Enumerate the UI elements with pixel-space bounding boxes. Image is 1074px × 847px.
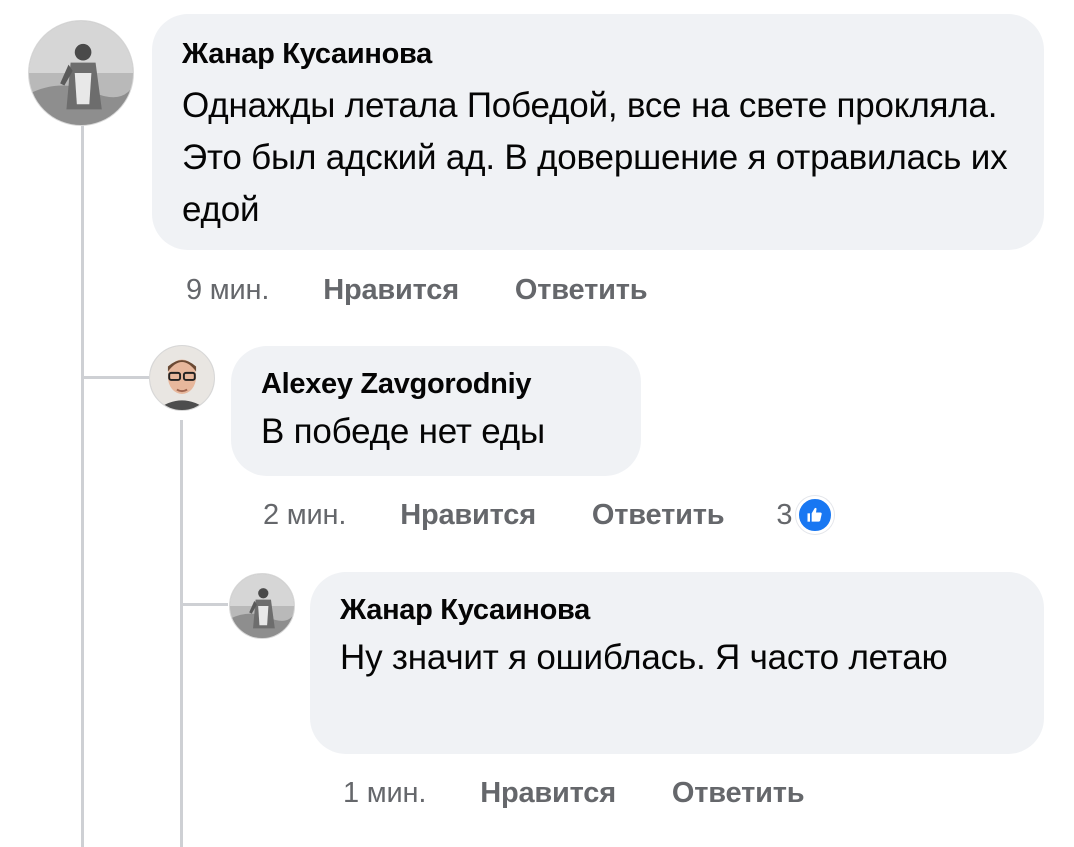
comment-timestamp[interactable]: 1 мин. bbox=[343, 777, 426, 810]
comment-timestamp[interactable]: 9 мин. bbox=[186, 274, 269, 307]
like-button[interactable]: Нравится bbox=[480, 777, 616, 810]
thread-branch-reply-2 bbox=[180, 603, 228, 606]
avatar[interactable] bbox=[229, 573, 295, 639]
thread-line-nested bbox=[180, 420, 183, 847]
thread-line-main bbox=[81, 124, 84, 847]
user-photo-icon bbox=[29, 21, 133, 125]
like-button[interactable]: Нравится bbox=[323, 274, 459, 307]
like-button[interactable]: Нравится bbox=[400, 499, 536, 532]
comment-bubble: Жанар Кусаинова Однажды летала Победой, … bbox=[152, 14, 1044, 250]
comment-actions: 2 мин. Нравится Ответить 3 bbox=[263, 494, 835, 536]
reaction-count: 3 bbox=[776, 498, 793, 531]
thumbs-up-icon bbox=[796, 496, 835, 534]
user-photo-icon bbox=[230, 574, 294, 638]
comment-author[interactable]: Жанар Кусаинова bbox=[182, 36, 1016, 72]
comment-text: Однажды летала Победой, все на свете про… bbox=[182, 86, 1008, 229]
comment-text: Ну значит я ошиблась. Я часто летаю bbox=[340, 638, 948, 677]
comment-bubble: Жанар Кусаинова Ну значит я ошиблась. Я … bbox=[310, 572, 1044, 754]
thread-branch-reply-1 bbox=[81, 376, 149, 379]
comment-actions: 9 мин. Нравится Ответить bbox=[186, 270, 648, 310]
reply-button[interactable]: Ответить bbox=[672, 777, 805, 810]
reaction-summary[interactable]: 3 bbox=[776, 496, 835, 534]
comment-actions: 1 мин. Нравится Ответить bbox=[343, 772, 805, 814]
comment-author[interactable]: Жанар Кусаинова bbox=[340, 592, 1014, 628]
reply-button[interactable]: Ответить bbox=[592, 499, 725, 532]
avatar[interactable] bbox=[28, 20, 134, 126]
comment-text: В победе нет еды bbox=[261, 412, 545, 451]
comment-bubble: Alexey Zavgorodniy В победе нет еды bbox=[231, 346, 641, 476]
comment-timestamp[interactable]: 2 мин. bbox=[263, 499, 346, 532]
avatar[interactable] bbox=[149, 345, 215, 411]
user-photo-icon bbox=[150, 346, 214, 410]
reply-button[interactable]: Ответить bbox=[515, 274, 648, 307]
comment-author[interactable]: Alexey Zavgorodniy bbox=[261, 366, 611, 402]
